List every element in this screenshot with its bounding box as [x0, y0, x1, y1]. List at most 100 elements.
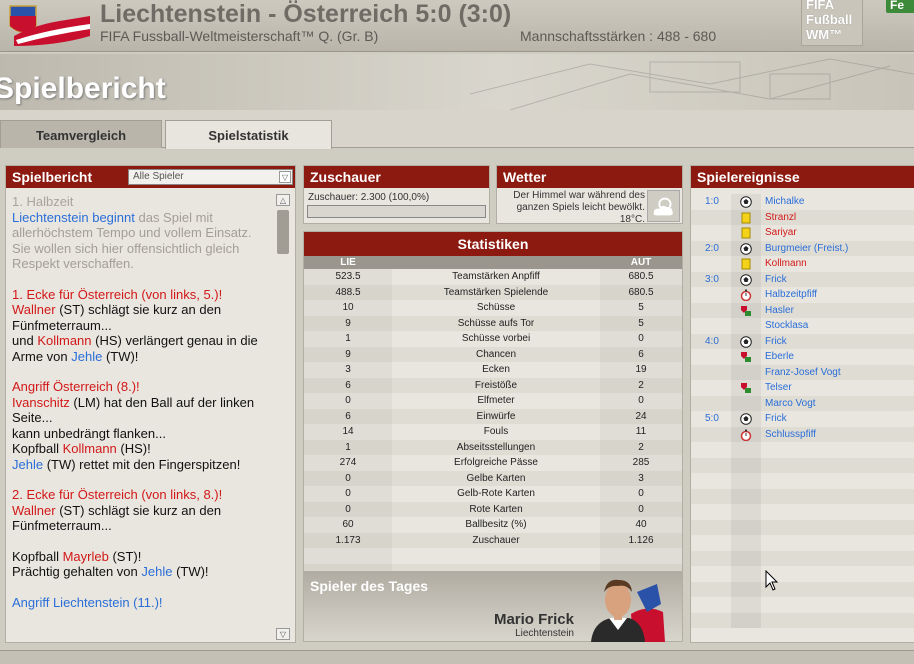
event-row: Stranzl — [691, 209, 914, 226]
event-row: 5:0 Frick — [691, 411, 914, 427]
report-entry: 1. Halbzeit Liechtenstein beginnt das Spi… — [12, 194, 274, 272]
spectators-bar — [307, 205, 486, 218]
stat-row: 9 Schüsse aufs Tor 5 — [304, 315, 682, 332]
partly-cloudy-icon — [647, 190, 680, 222]
corner-button[interactable]: Fe — [886, 0, 914, 13]
stat-label: Freistöße — [474, 379, 518, 391]
chevron-down-icon[interactable]: ▽ — [279, 171, 291, 183]
stat-home-value: 1.173 — [304, 533, 392, 549]
event-player-link[interactable]: Frick — [765, 411, 787, 427]
report-scrollbar[interactable]: △ ▽ — [276, 194, 290, 640]
report-highlight: Ivanschitz — [12, 394, 70, 410]
stat-label: Elfmeter — [477, 395, 515, 406]
event-row: 4:0 Frick — [691, 333, 914, 350]
report-text: (TW)! — [102, 348, 139, 364]
event-player-link[interactable]: Kollmann — [765, 256, 807, 272]
event-player-link[interactable]: Michalke — [765, 194, 804, 210]
stat-home-value: 274 — [304, 455, 392, 471]
scroll-down-icon[interactable]: ▽ — [276, 628, 290, 640]
stat-home-value: 60 — [304, 517, 392, 533]
event-row: Hasler — [691, 302, 914, 319]
event-player-link[interactable]: Halbzeitpfiff — [765, 287, 817, 303]
stat-row: 1 Schüsse vorbei 0 — [304, 331, 682, 347]
event-player-link[interactable]: Hasler — [765, 303, 794, 319]
event-row: Marco Vogt — [691, 395, 914, 412]
event-player-link[interactable]: Sariyar — [765, 225, 797, 241]
stat-row: 0 Elfmeter 0 — [304, 393, 682, 409]
match-report-title: Spielbericht — [12, 169, 93, 185]
stat-label: Schüsse — [476, 302, 516, 313]
event-row-empty — [691, 597, 914, 613]
stat-row-empty — [304, 548, 682, 564]
stat-away-value: 40 — [600, 517, 682, 533]
stat-row: 9 Chancen 6 — [304, 346, 682, 363]
stat-label: Schüsse vorbei — [461, 333, 531, 344]
report-text: und — [12, 333, 38, 348]
event-player-link[interactable]: Stocklasa — [765, 318, 808, 334]
event-player-link[interactable]: Stranzl — [765, 210, 796, 226]
event-player-link[interactable]: Burgmeier (Freist.) — [765, 241, 848, 257]
stat-label: Ecken — [482, 364, 510, 375]
stat-away-value: 2 — [600, 378, 682, 394]
event-row-empty — [691, 473, 914, 489]
stat-home-value: 0 — [304, 471, 392, 487]
whistle-icon — [731, 287, 761, 303]
report-text: Kopfball — [12, 441, 63, 456]
event-row-empty — [691, 442, 914, 458]
title-band: Spielbericht — [0, 54, 914, 110]
weather-text: Der Himmel war während des ganzen Spiels… — [513, 190, 645, 225]
stat-home-value: 3 — [304, 362, 392, 378]
stat-away-value: 680.5 — [600, 269, 682, 285]
event-row-empty — [691, 488, 914, 504]
scroll-thumb[interactable] — [277, 210, 289, 254]
event-row-empty — [691, 519, 914, 535]
report-highlight: Angriff Liechtenstein (11.)! — [12, 594, 163, 610]
stat-away-value: 11 — [600, 424, 682, 440]
stat-row: 1.173 Zuschauer 1.126 — [304, 532, 682, 549]
report-highlight: 2. Ecke für Österreich (von links, 8.)! — [12, 487, 223, 502]
statistics-column-header: LIE AUT — [304, 256, 682, 269]
substitution-icon — [731, 349, 761, 365]
report-text: (TW) rettet mit den Fingerspitzen! — [43, 456, 241, 472]
footer-bar — [0, 650, 914, 664]
stat-label: Abseitsstellungen — [456, 441, 536, 453]
stat-away-value: 680.5 — [600, 285, 682, 301]
scroll-up-icon[interactable]: △ — [276, 194, 290, 206]
event-score: 1:0 — [705, 196, 719, 207]
spectators-count: Zuschauer: 2.300 (100,0%) — [308, 192, 430, 203]
football-icon — [731, 240, 761, 256]
event-player-link[interactable]: Telser — [765, 380, 792, 396]
event-player-link[interactable]: Eberle — [765, 349, 794, 365]
stat-row: 523.5 Teamstärken Anpfiff 680.5 — [304, 269, 682, 285]
event-row: Eberle — [691, 349, 914, 365]
stat-home-value: 10 — [304, 300, 392, 316]
stat-away-value: 5 — [600, 316, 682, 332]
stat-row: 6 Einwürfe 24 — [304, 408, 682, 425]
tab-spielstatistik[interactable]: Spielstatistik — [165, 120, 332, 149]
report-entry: 1. Ecke für Österreich (von links, 5.)! W… — [12, 287, 274, 365]
competition-label: FIFA Fussball-Weltmeisterschaft™ Q. (Gr.… — [100, 28, 379, 44]
stat-away-value: 24 — [600, 409, 682, 425]
event-player-link[interactable]: Franz-Josef Vogt — [765, 365, 841, 381]
stat-row: 488.5 Teamstärken Spielende 680.5 — [304, 284, 682, 301]
stat-row: 10 Schüsse 5 — [304, 300, 682, 316]
player-of-the-day-name: Mario Frick — [493, 611, 574, 628]
stat-home-value: 9 — [304, 347, 392, 363]
weather-panel: Wetter Der Himmel war während des ganzen… — [496, 165, 683, 225]
event-player-link[interactable]: Marco Vogt — [765, 396, 816, 412]
stat-home-value: 523.5 — [304, 269, 392, 285]
statistics-panel: Statistiken LIE AUT 523.5 Teamstärken Anp… — [303, 231, 683, 579]
stat-away-value: 0 — [600, 486, 682, 502]
stat-home-value: 6 — [304, 409, 392, 425]
event-player-link[interactable]: Schlusspfiff — [765, 427, 816, 443]
report-highlight: Wallner — [12, 502, 56, 518]
home-team-code: LIE — [340, 257, 356, 268]
event-player-link[interactable]: Frick — [765, 272, 787, 288]
stat-home-value: 1 — [304, 440, 392, 456]
report-highlight: 1. Ecke für Österreich (von links, 5.)! — [12, 286, 223, 302]
stat-home-value: 0 — [304, 502, 392, 518]
stat-away-value: 1.126 — [600, 533, 682, 549]
tab-teamvergleich[interactable]: Teamvergleich — [0, 120, 162, 148]
event-player-link[interactable]: Frick — [765, 334, 787, 350]
player-filter-select[interactable]: Alle Spieler ▽ — [128, 169, 293, 185]
